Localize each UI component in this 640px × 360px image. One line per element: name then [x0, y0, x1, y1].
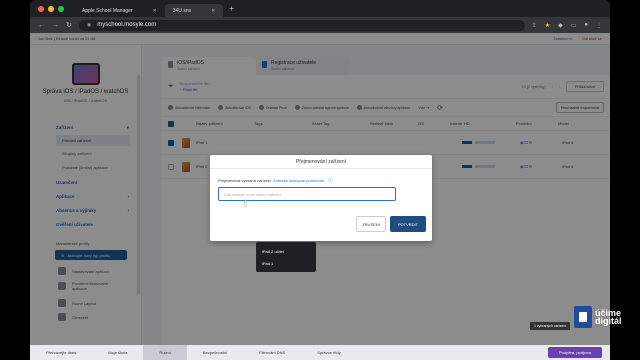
- url-text: myschool.mosyle.com: [97, 22, 157, 28]
- back-icon[interactable]: ←: [38, 22, 45, 29]
- bottom-nav: Přehrávejte dnes Moje škola Řízení Bezpe…: [30, 345, 610, 360]
- rename-label: Přejmenovat vybraná zařízení: [218, 178, 272, 183]
- tab-label: 34U sns: [172, 7, 192, 14]
- zoom-window-button[interactable]: [58, 5, 64, 12]
- bottom-nav-item-active[interactable]: Řízení: [143, 345, 187, 360]
- mosyle-app: Jan Bek | Relace končí za 21:46 Nastaven…: [30, 33, 610, 360]
- show-variables-link[interactable]: Zobrazit dostupné proměnné: [273, 178, 324, 183]
- browser-tab-active[interactable]: 34U sns ✕: [164, 4, 224, 17]
- dialog-title: Přejmenování zařízení: [210, 155, 432, 169]
- close-window-button[interactable]: [38, 5, 44, 12]
- bottom-nav-item[interactable]: Filtrování DNS: [243, 345, 301, 360]
- browser-tab-asm[interactable]: Apple School Manager ✕: [74, 4, 165, 17]
- confirm-button[interactable]: POTVRDIT: [390, 216, 426, 232]
- info-icon[interactable]: ⓘ: [328, 177, 333, 184]
- extensions-icon[interactable]: ◆: [558, 22, 563, 29]
- tab-bar: Apple School Manager ✕ 34U sns ✕ +: [30, 0, 610, 17]
- rename-device-dialog: Přejmenování zařízení Přejmenovat vybran…: [210, 155, 432, 241]
- bottom-nav-item[interactable]: Bezpečnostní: [187, 345, 243, 360]
- support-button[interactable]: Podpěra, podpora: [548, 347, 602, 358]
- bottom-nav-item[interactable]: Přehrávejte dnes: [30, 345, 92, 360]
- autocomplete-option[interactable]: iPad 1: [256, 257, 316, 269]
- site-info-icon[interactable]: ◉: [87, 22, 91, 28]
- input-placeholder: Zde zadejte nové název zařízení: [224, 191, 282, 197]
- watermark-text: účime digitál: [595, 309, 622, 326]
- url-field[interactable]: ◉ myschool.mosyle.com: [78, 19, 525, 31]
- cancel-button[interactable]: ZRUŠENÍ: [356, 216, 386, 232]
- autocomplete-dropdown: iPad 2 učitel iPad 1: [256, 242, 316, 272]
- bottom-nav-item[interactable]: Moje škola: [92, 345, 143, 360]
- new-tab-button[interactable]: +: [229, 4, 234, 13]
- watermark-line: digitál: [595, 316, 622, 326]
- selection-tooltip: 1 vybraných zařízení: [530, 322, 571, 330]
- rename-label-row: Přejmenovat vybraná zařízení Zobrazit do…: [210, 169, 432, 184]
- toolbar-icons: ⇪ ★ ◆ ▭ ● ⋮: [532, 22, 602, 29]
- menu-icon[interactable]: ⋮: [596, 22, 602, 29]
- watermark: účime digitál: [574, 306, 622, 328]
- close-tab-icon[interactable]: ✕: [153, 8, 157, 14]
- minimize-window-button[interactable]: [48, 5, 54, 12]
- forward-icon[interactable]: →: [52, 22, 59, 29]
- text-cursor-icon: I: [244, 199, 247, 210]
- browser-window: Apple School Manager ✕ 34U sns ✕ + ← → ↻…: [30, 0, 610, 360]
- bookmark-star-icon[interactable]: ★: [545, 22, 550, 29]
- screen: Apple School Manager ✕ 34U sns ✕ + ← → ↻…: [0, 0, 640, 360]
- reload-icon[interactable]: ↻: [66, 21, 72, 29]
- tab-label: Apple School Manager: [82, 7, 133, 14]
- close-tab-icon[interactable]: ✕: [211, 8, 215, 14]
- autocomplete-option[interactable]: iPad 2 učitel: [256, 245, 316, 257]
- share-icon[interactable]: ⇪: [532, 22, 537, 29]
- profile-icon[interactable]: ●: [584, 22, 588, 29]
- bottom-nav-item[interactable]: Správce třídy: [301, 345, 357, 360]
- address-bar: ← → ↻ ◉ myschool.mosyle.com ⇪ ★ ◆ ▭ ● ⋮: [30, 17, 610, 33]
- window-controls: [38, 5, 64, 12]
- watermark-logo: [574, 306, 592, 328]
- sidepanel-icon[interactable]: ▭: [571, 22, 577, 29]
